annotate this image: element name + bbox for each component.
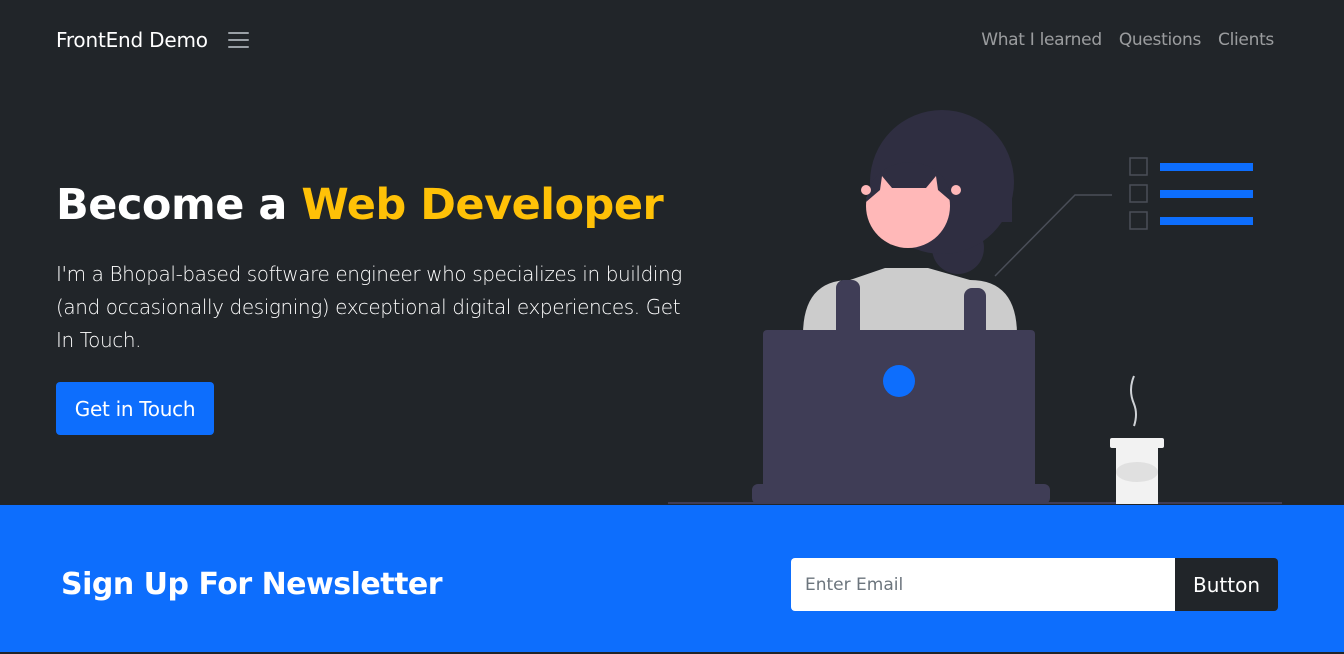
get-in-touch-button[interactable]: Get in Touch: [56, 382, 214, 435]
connector-line: [994, 194, 1112, 277]
developer-at-laptop-illustration: [668, 110, 1282, 504]
coffee-cup-icon: [1110, 375, 1164, 504]
person-figure: [803, 110, 1017, 340]
brand-link[interactable]: FrontEnd Demo: [56, 28, 208, 52]
newsletter-section: Sign Up For Newsletter Button: [0, 505, 1344, 652]
hamburger-icon[interactable]: [226, 28, 252, 52]
checklist-icon: [1129, 157, 1253, 230]
nav-link-what-i-learned[interactable]: What I learned: [981, 30, 1102, 50]
newsletter-button[interactable]: Button: [1175, 558, 1278, 611]
hero-title: Become a Web Developer: [56, 180, 664, 230]
nav-link-questions[interactable]: Questions: [1119, 30, 1202, 50]
hero-title-plain: Become a: [56, 180, 302, 230]
navbar: FrontEnd Demo What I learned Questions C…: [0, 0, 1344, 80]
hero-description: I'm a Bhopal-based software engineer who…: [56, 262, 682, 352]
nav-links: What I learned Questions Clients: [964, 30, 1274, 50]
newsletter-title: Sign Up For Newsletter: [61, 567, 443, 602]
laptop-icon: [752, 330, 1050, 504]
nav-link-clients[interactable]: Clients: [1218, 30, 1274, 50]
email-input[interactable]: [791, 558, 1176, 611]
hero-title-accent: Web Developer: [301, 180, 664, 230]
